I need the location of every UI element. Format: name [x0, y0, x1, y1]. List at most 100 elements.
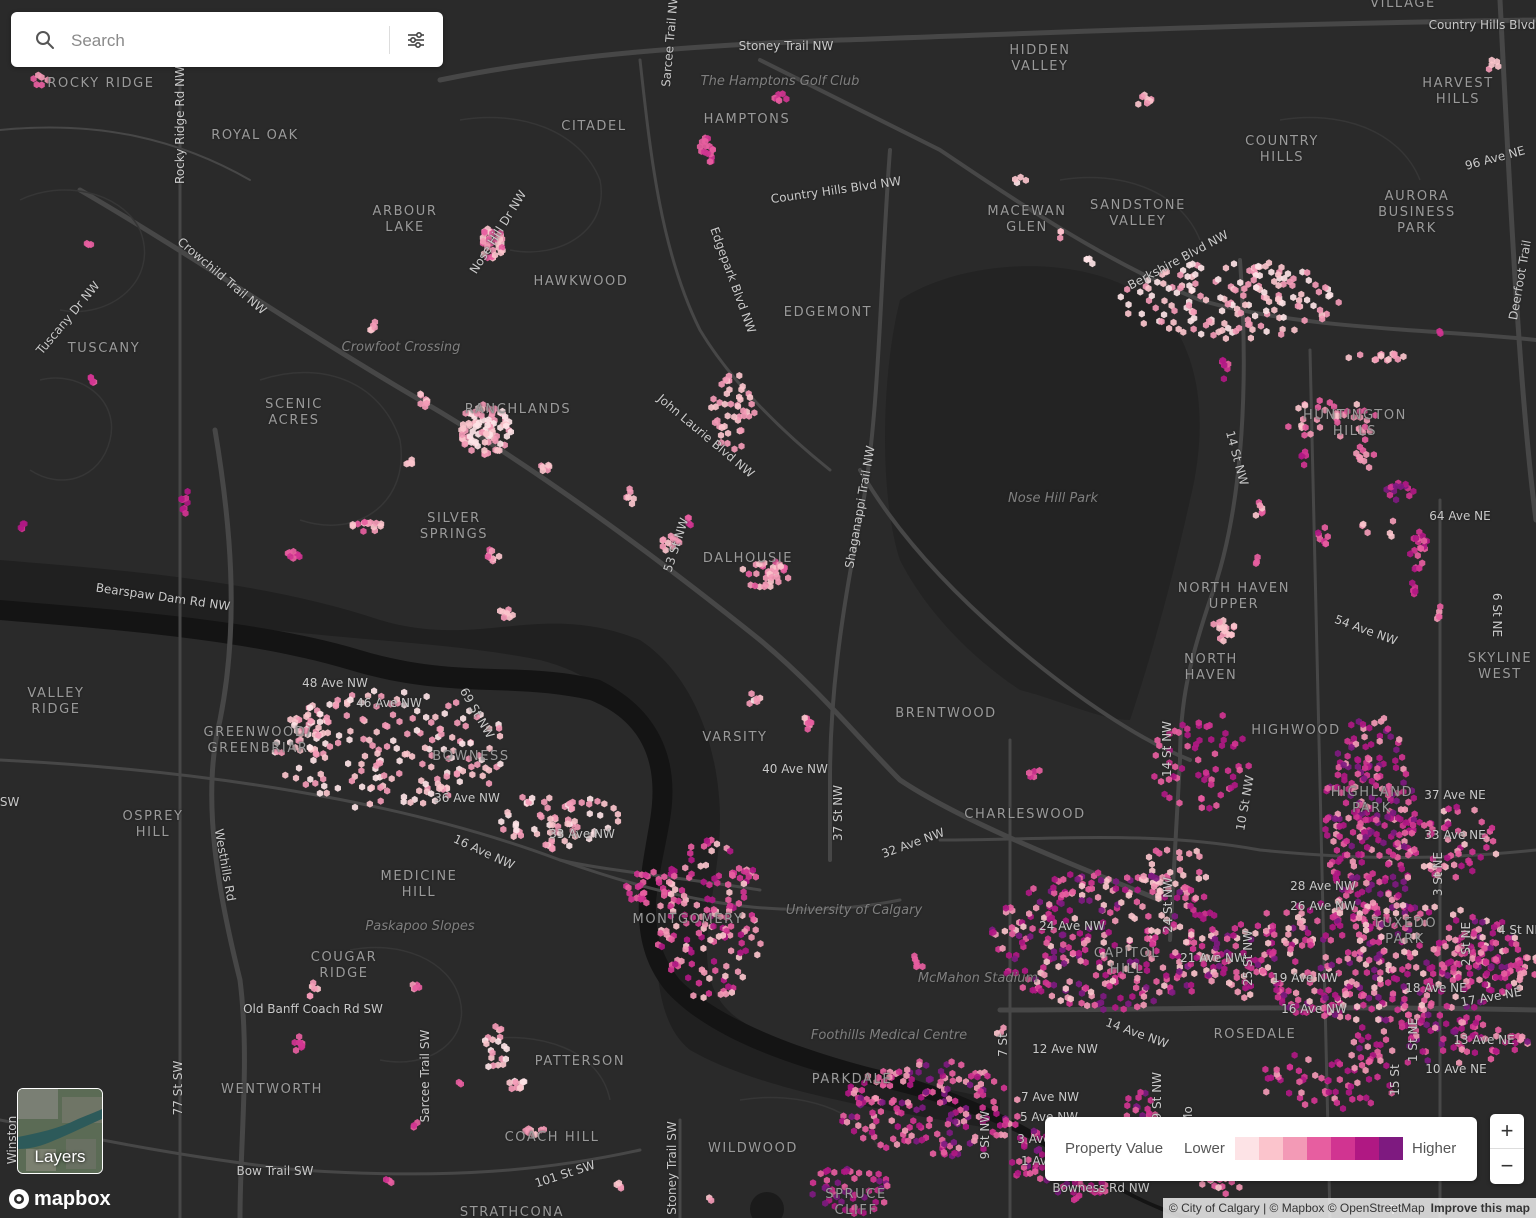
- road-label: Stoney Trail NW: [738, 39, 834, 53]
- neighbourhood-label: OSPREY HILL: [122, 809, 184, 840]
- road-label: 24 St NW: [1161, 876, 1175, 934]
- neighbourhood-label: ROYAL OAK: [211, 128, 299, 143]
- neighbourhood-label: MEDICINE HILL: [380, 869, 458, 900]
- road-label: 24 Ave NW: [1039, 919, 1105, 933]
- search-icon: [36, 31, 54, 49]
- neighbourhood-label: TUXEDO PARK: [1372, 916, 1438, 947]
- road-label: 2 St NE: [1459, 921, 1473, 967]
- neighbourhood-label: PARKDALE: [811, 1072, 893, 1087]
- road-label: 19 Ave NW: [1272, 971, 1338, 985]
- zoom-in-button[interactable]: +: [1490, 1114, 1524, 1149]
- legend-swatch: [1355, 1137, 1379, 1160]
- road-label: 37 Ave NE: [1424, 788, 1486, 802]
- road-label: 28 Ave NW: [1290, 879, 1356, 893]
- mapbox-logo[interactable]: mapbox: [8, 1187, 111, 1211]
- neighbourhood-label: PATTERSON: [534, 1054, 626, 1069]
- legend-low-label: Lower: [1184, 1140, 1225, 1157]
- road-label: 12 Ave NW: [1032, 1042, 1098, 1056]
- improve-map-link[interactable]: Improve this map: [1431, 1198, 1530, 1218]
- road-label: 1 Av: [1020, 1154, 1048, 1168]
- neighbourhood-label: CAPITOL HILL: [1093, 946, 1161, 977]
- neighbourhood-label: HUNTINGTON HILLS: [1302, 408, 1408, 439]
- road-label: Old Banff Coach Rd SW: [243, 1002, 383, 1016]
- zoom-control[interactable]: + −: [1490, 1114, 1524, 1184]
- road-label: 3 St NE: [1431, 851, 1445, 897]
- neighbourhood-label: COUNTRY HILLS: [1245, 134, 1319, 165]
- place-label: The Hamptons Golf Club: [700, 74, 860, 89]
- road-label: 25 St NW: [1241, 929, 1255, 987]
- neighbourhood-label: COUGAR RIDGE: [310, 950, 378, 981]
- legend-swatch: [1379, 1137, 1403, 1160]
- property-value-legend: Property Value Lower Higher: [1045, 1117, 1477, 1181]
- road-label: e SW: [0, 795, 20, 809]
- road-label: 64 Ave NE: [1429, 509, 1491, 523]
- road-label: 33 Ave NW: [549, 827, 615, 841]
- neighbourhood-label: ROSEDALE: [1213, 1027, 1297, 1042]
- neighbourhood-label: BRENTWOOD: [895, 706, 997, 721]
- neighbourhood-label: RANCHLANDS: [464, 402, 572, 417]
- road-label: Stoney Trail SW: [665, 1121, 679, 1215]
- mapbox-logo-text: mapbox: [34, 1187, 111, 1210]
- neighbourhood-label: SANDSTONE VALLEY: [1090, 198, 1186, 229]
- neighbourhood-label: AURORA BUSINESS PARK: [1378, 189, 1456, 236]
- neighbourhood-label: SCENIC ACRES: [265, 397, 323, 428]
- road-label: 36 Ave NW: [434, 791, 500, 805]
- road-label: 21 Ave NW: [1180, 951, 1246, 965]
- attribution-text[interactable]: © City of Calgary | © Mapbox © OpenStree…: [1169, 1198, 1425, 1218]
- neighbourhood-label: HAWKWOOD: [533, 274, 629, 289]
- search-divider: [389, 26, 390, 54]
- road-label: 10 Ave NE: [1425, 1062, 1487, 1076]
- zoom-out-button[interactable]: −: [1490, 1149, 1524, 1183]
- road-label: Sarcee Trail SW: [418, 1029, 432, 1123]
- neighbourhood-label: WILDWOOD: [707, 1141, 799, 1156]
- legend-high-label: Higher: [1412, 1140, 1457, 1157]
- place-label: Foothills Medical Centre: [810, 1028, 968, 1043]
- sliders-icon[interactable]: [405, 29, 427, 51]
- map-canvas[interactable]: ROCKY RIDGE ROYAL OAK CITADEL HAMPTONS HIDDE…: [0, 0, 1536, 1218]
- neighbourhood-label: MONTGOMERY: [632, 912, 744, 927]
- road-label: 14 St NW: [1160, 720, 1174, 778]
- legend-color-ramp: [1235, 1137, 1403, 1160]
- neighbourhood-label: EDGEMONT: [783, 305, 873, 320]
- road-label: Rocky Ridge Rd NW: [173, 66, 187, 184]
- legend-swatch: [1235, 1137, 1259, 1160]
- road-label: 7 Ave NW: [1020, 1090, 1080, 1104]
- neighbourhood-label: GREENWOOD/ GREENBRIAR: [203, 725, 313, 756]
- neighbourhood-label: HIGHWOOD: [1251, 723, 1341, 738]
- neighbourhood-label: COACH HILL: [504, 1130, 600, 1145]
- neighbourhood-label: WENTWORTH: [220, 1082, 324, 1097]
- road-label: 40 Ave NW: [762, 762, 828, 776]
- legend-swatch: [1259, 1137, 1283, 1160]
- road-label: 33 Ave NE: [1424, 828, 1486, 842]
- mapbox-icon: [9, 1189, 29, 1209]
- place-label: Nose Hill Park: [1007, 491, 1099, 506]
- neighbourhood-label: SPRUCE CLIFF: [825, 1187, 887, 1218]
- attribution[interactable]: © City of Calgary | © Mapbox © OpenStree…: [1162, 1198, 1536, 1218]
- road-label: 37 St NW: [831, 784, 845, 842]
- legend-swatch: [1283, 1137, 1307, 1160]
- road-label: 48 Ave NW: [302, 676, 368, 690]
- place-label: Crowfoot Crossing: [341, 340, 461, 355]
- neighbourhood-label: BOWNESS: [432, 749, 510, 764]
- legend-swatch: [1331, 1137, 1355, 1160]
- search-input[interactable]: [69, 25, 393, 57]
- basemap: [0, 0, 1536, 1218]
- neighbourhood-label: STRATHCONA: [459, 1205, 565, 1218]
- neighbourhood-label: HIDDEN VALLEY: [1009, 43, 1071, 74]
- layers-label: Layers: [34, 1147, 86, 1166]
- north-arrow-icon[interactable]: [750, 1192, 784, 1218]
- layers-button[interactable]: Layers: [17, 1088, 103, 1174]
- search-bar[interactable]: [11, 12, 443, 67]
- road-label: 1 St NE: [1406, 1017, 1420, 1063]
- neighbourhood-label: SILVER SPRINGS: [419, 511, 489, 542]
- legend-title: Property Value: [1065, 1140, 1164, 1157]
- road-label: 9 St NW: [978, 1110, 992, 1160]
- neighbourhood-label: NORTH HAVEN: [1184, 652, 1238, 683]
- road-label: 6 St NE: [1490, 592, 1504, 638]
- road-label: 77 St SW: [171, 1060, 185, 1116]
- place-label: Paskapoo Slopes: [365, 919, 475, 934]
- neighbourhood-label: HARVEST HILLS: [1422, 76, 1494, 107]
- neighbourhood-label: DALHOUSIE: [702, 551, 794, 566]
- legend-swatch: [1307, 1137, 1331, 1160]
- neighbourhood-label: NORTH HAVEN UPPER: [1177, 581, 1291, 612]
